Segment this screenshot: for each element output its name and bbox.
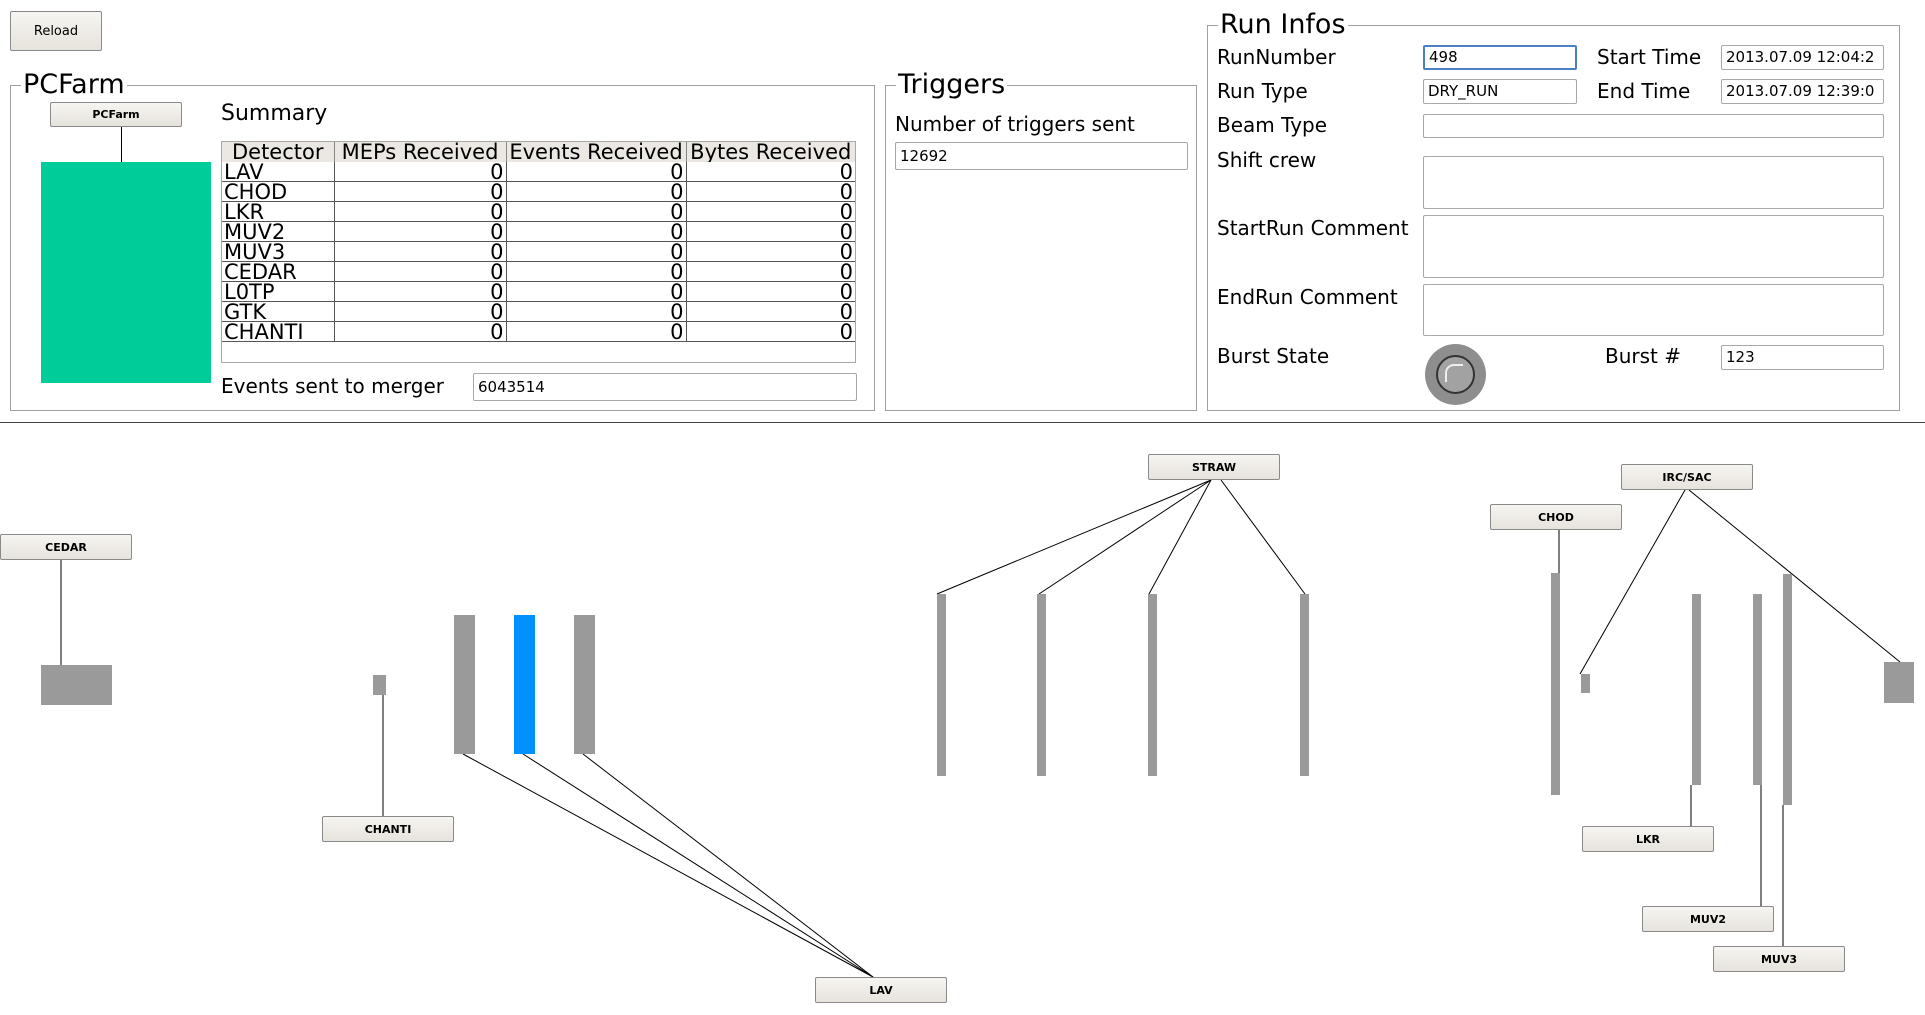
lkr-node-button[interactable]: LKR xyxy=(1582,826,1714,852)
straw-chamber-4 xyxy=(1300,594,1309,776)
chanti-detector xyxy=(373,675,386,695)
muv2-detector xyxy=(1753,594,1762,785)
lav-node-button[interactable]: LAV xyxy=(815,977,947,1003)
cedar-node-button[interactable]: CEDAR xyxy=(0,534,132,560)
straw-connector-1 xyxy=(936,479,1212,595)
chod-detector xyxy=(1551,573,1560,795)
lav-detector-2 xyxy=(514,615,535,754)
sac-connector xyxy=(1688,489,1901,663)
sac-detector xyxy=(1884,662,1914,703)
muv3-detector xyxy=(1783,574,1792,805)
straw-connector-2 xyxy=(1038,479,1212,595)
lav-detector-1 xyxy=(454,615,475,754)
muv3-node-button[interactable]: MUV3 xyxy=(1713,946,1845,972)
straw-connector-3 xyxy=(1148,479,1212,595)
lav-connector-3 xyxy=(582,753,874,978)
straw-connector-4 xyxy=(1220,479,1306,595)
lkr-detector xyxy=(1692,594,1701,785)
lav-connector-1 xyxy=(462,753,874,978)
lav-connector-2 xyxy=(522,753,874,978)
muv2-node-button[interactable]: MUV2 xyxy=(1642,906,1774,932)
chod-node-button[interactable]: CHOD xyxy=(1490,504,1622,530)
irc-detector xyxy=(1581,674,1590,693)
lav-detector-3 xyxy=(574,615,595,754)
cedar-detector xyxy=(41,665,112,705)
irc-sac-node-button[interactable]: IRC/SAC xyxy=(1621,464,1753,490)
straw-chamber-3 xyxy=(1148,594,1157,776)
straw-chamber-2 xyxy=(1037,594,1046,776)
straw-chamber-1 xyxy=(937,594,946,776)
chanti-node-button[interactable]: CHANTI xyxy=(322,816,454,842)
detector-connector-lines xyxy=(60,479,1901,978)
straw-node-button[interactable]: STRAW xyxy=(1148,454,1280,480)
